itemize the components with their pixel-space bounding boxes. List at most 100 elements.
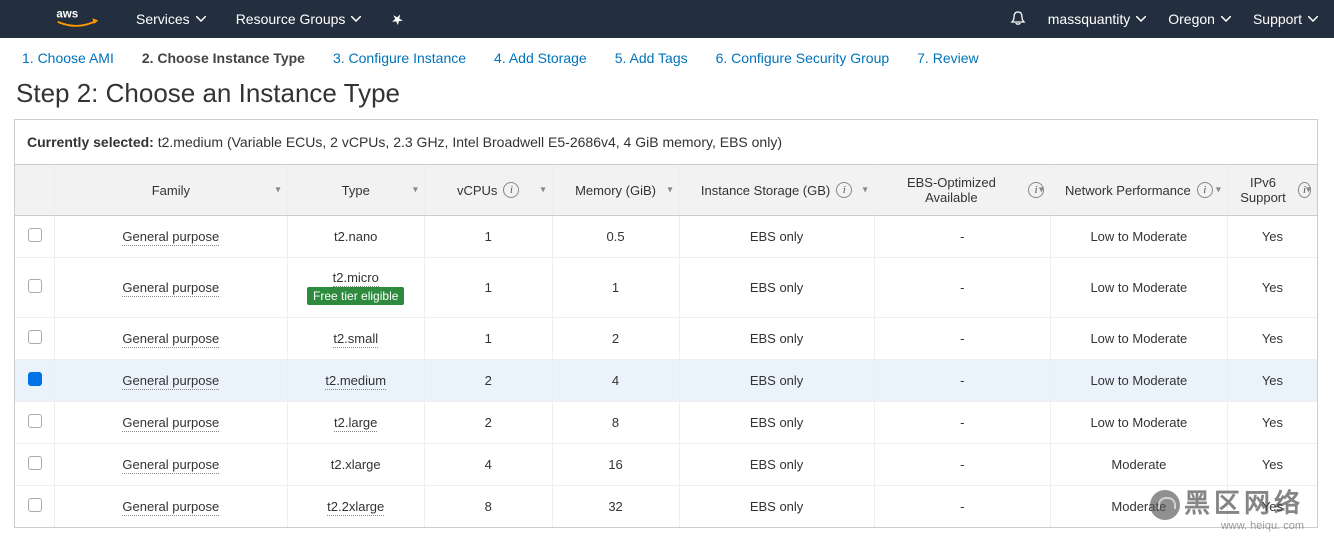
tab-choose-ami[interactable]: 1. Choose AMI <box>22 50 114 66</box>
row-checkbox[interactable] <box>28 372 42 386</box>
currently-selected-bar: Currently selected: t2.medium (Variable … <box>15 120 1317 164</box>
table-row[interactable]: General purpose t2.microFree tier eligib… <box>15 258 1317 318</box>
tab-configure-instance[interactable]: 3. Configure Instance <box>333 50 466 66</box>
tab-add-storage[interactable]: 4. Add Storage <box>494 50 587 66</box>
header-network[interactable]: Network Performance i ▾ <box>1050 165 1227 216</box>
cell-storage: EBS only <box>679 402 874 444</box>
bell-icon <box>1010 11 1026 27</box>
row-checkbox[interactable] <box>28 228 42 242</box>
nav-account[interactable]: massquantity <box>1048 11 1146 27</box>
cell-family: General purpose <box>122 457 219 474</box>
header-select <box>15 165 55 216</box>
cell-storage: EBS only <box>679 318 874 360</box>
row-checkbox[interactable] <box>28 279 42 293</box>
row-checkbox[interactable] <box>28 456 42 470</box>
tab-review[interactable]: 7. Review <box>917 50 978 66</box>
tab-add-tags[interactable]: 5. Add Tags <box>615 50 688 66</box>
sort-icon: ▾ <box>1306 185 1311 196</box>
cell-family: General purpose <box>122 499 219 516</box>
cell-memory: 2 <box>552 318 679 360</box>
nav-resource-groups-label: Resource Groups <box>236 11 346 27</box>
row-checkbox[interactable] <box>28 498 42 512</box>
nav-pin[interactable]: ★ <box>391 11 404 28</box>
nav-services[interactable]: Services <box>136 11 206 27</box>
instance-type-table: Family ▾ Type ▾ vCPUs i ▾ Memory (GiB) ▾… <box>15 164 1317 527</box>
table-row[interactable]: General purpose t2.medium 2 4 EBS only -… <box>15 360 1317 402</box>
cell-family: General purpose <box>122 331 219 348</box>
cell-vcpus: 1 <box>424 216 552 258</box>
nav-resource-groups[interactable]: Resource Groups <box>236 11 362 27</box>
nav-region[interactable]: Oregon <box>1168 11 1231 27</box>
cell-memory: 16 <box>552 444 679 486</box>
pin-icon: ★ <box>388 8 407 29</box>
sort-icon: ▾ <box>668 185 673 196</box>
cell-ipv6: Yes <box>1227 402 1317 444</box>
cell-memory: 32 <box>552 486 679 528</box>
cell-memory: 4 <box>552 360 679 402</box>
header-memory[interactable]: Memory (GiB) ▾ <box>552 165 679 216</box>
table-row[interactable]: General purpose t2.nano 1 0.5 EBS only -… <box>15 216 1317 258</box>
content-panel: Currently selected: t2.medium (Variable … <box>14 119 1318 528</box>
chevron-down-icon <box>351 16 361 22</box>
header-storage[interactable]: Instance Storage (GB) i ▾ <box>679 165 874 216</box>
cell-ipv6: Yes <box>1227 258 1317 318</box>
cell-network: Low to Moderate <box>1050 402 1227 444</box>
nav-account-label: massquantity <box>1048 11 1130 27</box>
cell-ipv6: Yes <box>1227 318 1317 360</box>
header-ipv6[interactable]: IPv6 Support i ▾ <box>1227 165 1317 216</box>
cell-memory: 8 <box>552 402 679 444</box>
header-type[interactable]: Type ▾ <box>287 165 424 216</box>
svg-text:aws: aws <box>56 9 78 21</box>
nav-support[interactable]: Support <box>1253 11 1318 27</box>
tab-configure-security-group[interactable]: 6. Configure Security Group <box>716 50 890 66</box>
cell-family: General purpose <box>122 373 219 390</box>
header-vcpus[interactable]: vCPUs i ▾ <box>424 165 552 216</box>
cell-ebs: - <box>874 402 1050 444</box>
cell-storage: EBS only <box>679 216 874 258</box>
table-row[interactable]: General purpose t2.large 2 8 EBS only - … <box>15 402 1317 444</box>
row-checkbox[interactable] <box>28 414 42 428</box>
aws-logo[interactable]: aws <box>56 6 100 32</box>
info-icon[interactable]: i <box>503 182 519 198</box>
sort-icon: ▾ <box>541 185 546 196</box>
cell-ebs: - <box>874 486 1050 528</box>
cell-family: General purpose <box>122 280 219 297</box>
nav-notifications[interactable] <box>1010 11 1026 27</box>
cell-vcpus: 2 <box>424 360 552 402</box>
sort-icon: ▾ <box>413 185 418 196</box>
currently-selected-label: Currently selected: <box>27 134 154 150</box>
info-icon[interactable]: i <box>836 182 852 198</box>
cell-ebs: - <box>874 318 1050 360</box>
header-ebs[interactable]: EBS-Optimized Available i ▾ <box>874 165 1050 216</box>
cell-memory: 1 <box>552 258 679 318</box>
row-checkbox[interactable] <box>28 330 42 344</box>
wizard-tabs: 1. Choose AMI 2. Choose Instance Type 3.… <box>0 38 1334 74</box>
cell-memory: 0.5 <box>552 216 679 258</box>
cell-ebs: - <box>874 258 1050 318</box>
header-family[interactable]: Family ▾ <box>55 165 287 216</box>
instance-table-body: General purpose t2.nano 1 0.5 EBS only -… <box>15 216 1317 528</box>
cell-storage: EBS only <box>679 258 874 318</box>
table-row[interactable]: General purpose t2.small 1 2 EBS only - … <box>15 318 1317 360</box>
tab-choose-instance-type[interactable]: 2. Choose Instance Type <box>142 50 305 66</box>
info-icon[interactable]: i <box>1197 182 1213 198</box>
cell-family: General purpose <box>122 415 219 432</box>
table-row[interactable]: General purpose t2.2xlarge 8 32 EBS only… <box>15 486 1317 528</box>
sort-icon: ▾ <box>1039 185 1044 196</box>
cell-type: t2.nano <box>287 216 424 258</box>
cell-vcpus: 1 <box>424 318 552 360</box>
cell-vcpus: 2 <box>424 402 552 444</box>
cell-vcpus: 4 <box>424 444 552 486</box>
cell-type: t2.large <box>287 402 424 444</box>
cell-ebs: - <box>874 444 1050 486</box>
sort-icon: ▾ <box>863 185 868 196</box>
cell-vcpus: 8 <box>424 486 552 528</box>
cell-network: Low to Moderate <box>1050 258 1227 318</box>
chevron-down-icon <box>196 16 206 22</box>
cell-ipv6: Yes <box>1227 216 1317 258</box>
cell-storage: EBS only <box>679 444 874 486</box>
cell-family: General purpose <box>122 229 219 246</box>
cell-network: Moderate <box>1050 444 1227 486</box>
free-tier-badge: Free tier eligible <box>307 287 404 305</box>
table-row[interactable]: General purpose t2.xlarge 4 16 EBS only … <box>15 444 1317 486</box>
